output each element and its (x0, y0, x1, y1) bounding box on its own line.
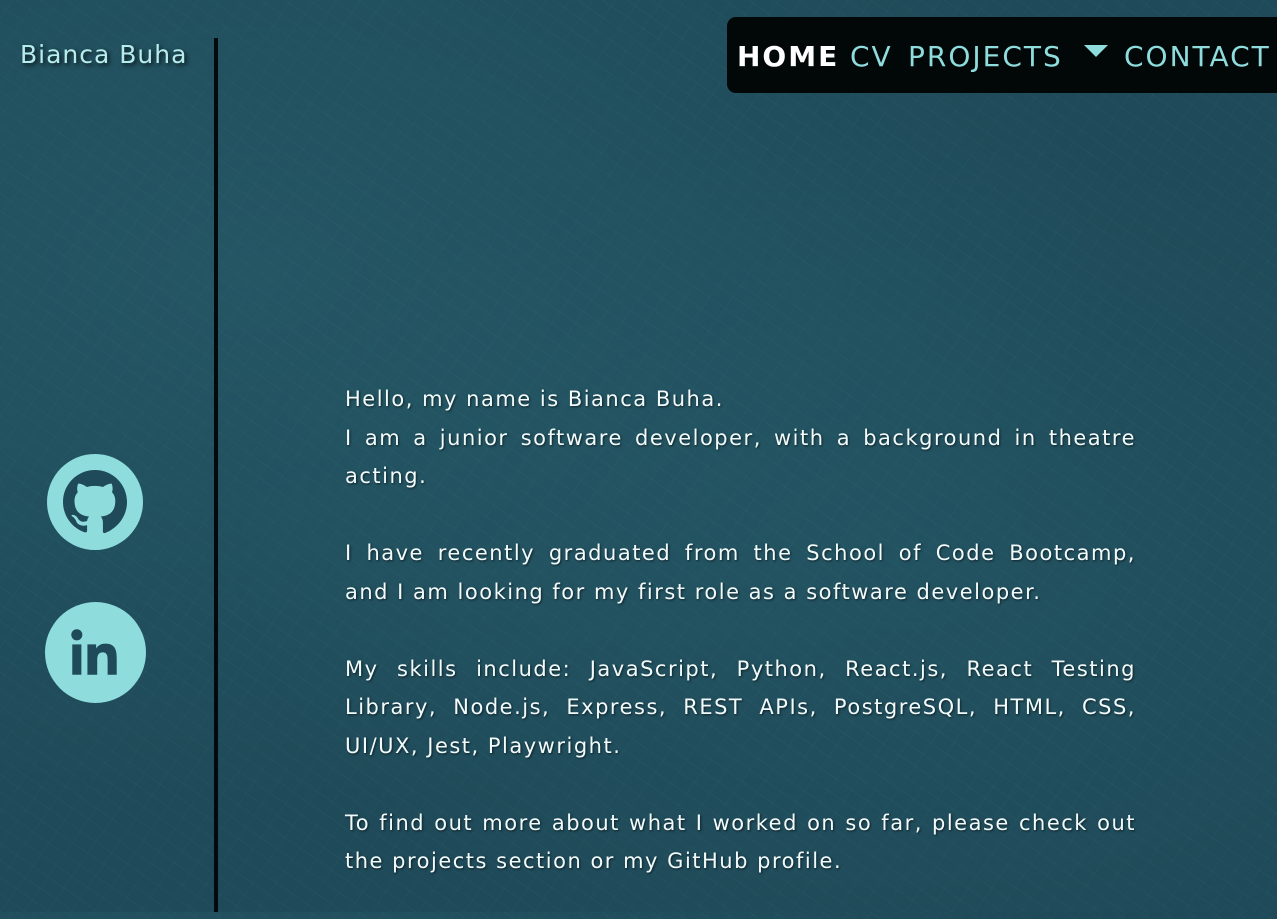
graduation-text: I have recently graduated from the Schoo… (345, 541, 1136, 604)
caret-down-icon[interactable] (1084, 45, 1108, 57)
skills-text: My skills include: JavaScript, Python, R… (345, 656, 1136, 758)
intro-text: I am a junior software developer, with a… (345, 425, 1136, 489)
site-name[interactable]: Bianca Buha (20, 40, 187, 69)
github-link[interactable] (47, 454, 143, 550)
github-icon (63, 470, 127, 534)
linkedin-link[interactable] (45, 602, 146, 703)
sidebar-divider (214, 38, 218, 912)
greeting-text: Hello, my name is Bianca Buha. (345, 387, 724, 411)
nav-contact[interactable]: CONTACT (1124, 40, 1271, 74)
main-nav: HOME CV PROJECTS CONTACT (727, 17, 1277, 93)
nav-home[interactable]: HOME (737, 40, 839, 74)
more-info-text: To find out more about what I worked on … (345, 810, 1136, 874)
linkedin-icon (71, 629, 117, 675)
nav-cv[interactable]: CV (850, 40, 893, 74)
sidebar: Bianca Buha (0, 0, 214, 912)
about-content: Hello, my name is Bianca Buha. I am a ju… (345, 380, 1136, 919)
nav-projects[interactable]: PROJECTS (908, 40, 1063, 74)
